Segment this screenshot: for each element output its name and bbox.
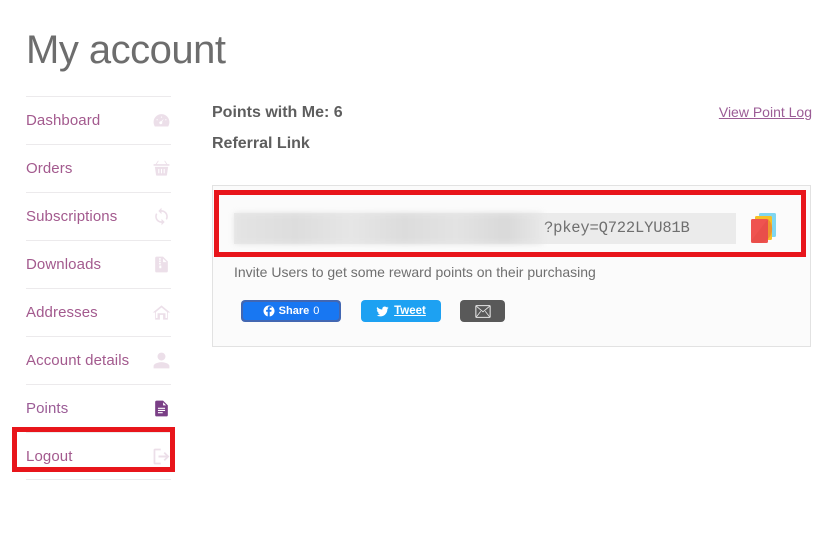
facebook-share-count: 0 [313, 305, 320, 317]
basket-icon [151, 159, 171, 179]
facebook-share-label: Share [278, 305, 310, 317]
sidebar-item-logout[interactable]: Logout [26, 432, 171, 480]
referral-key-text: ?pkey=Q722LYU81B [544, 219, 690, 237]
twitter-tweet-label: Tweet [394, 305, 426, 317]
redacted-url-text [234, 212, 543, 244]
dashboard-icon [151, 111, 171, 131]
download-file-icon [151, 255, 171, 275]
email-share-button[interactable] [460, 300, 505, 322]
sidebar-item-subscriptions[interactable]: Subscriptions [26, 192, 171, 240]
sidebar-item-label: Subscriptions [26, 208, 118, 225]
points-balance-heading: Points with Me: 6 [212, 104, 343, 121]
user-icon [151, 351, 171, 371]
account-sidebar: Dashboard Orders Subscriptions Downloads… [26, 96, 171, 480]
refresh-icon [151, 207, 171, 227]
facebook-share-button[interactable]: Share 0 [241, 300, 341, 322]
sidebar-item-downloads[interactable]: Downloads [26, 240, 171, 288]
sidebar-item-account-details[interactable]: Account details [26, 336, 171, 384]
referral-hint-text: Invite Users to get some reward points o… [234, 264, 596, 280]
twitter-tweet-button[interactable]: Tweet [361, 300, 441, 322]
copy-stack-icon[interactable] [747, 211, 779, 245]
sidebar-item-label: Dashboard [26, 112, 101, 129]
twitter-bird-icon [376, 306, 389, 316]
sign-out-icon [151, 446, 171, 466]
page-title: My account [26, 28, 226, 72]
sidebar-item-addresses[interactable]: Addresses [26, 288, 171, 336]
sidebar-item-label: Addresses [26, 304, 98, 321]
referral-link-input[interactable]: ?pkey=Q722LYU81B [234, 212, 736, 244]
sidebar-item-label: Downloads [26, 256, 102, 273]
facebook-share-inner: Share 0 [243, 302, 339, 320]
referral-card: ?pkey=Q722LYU81B Invite Users to get som… [212, 185, 811, 347]
document-icon [151, 399, 171, 419]
sidebar-item-label: Orders [26, 160, 73, 177]
facebook-icon [263, 305, 275, 317]
envelope-icon [474, 304, 491, 318]
referral-link-row: ?pkey=Q722LYU81B [234, 204, 779, 252]
referral-link-heading: Referral Link [212, 135, 310, 152]
share-buttons-row: Share 0 Tweet [241, 300, 505, 322]
sidebar-item-dashboard[interactable]: Dashboard [26, 96, 171, 144]
sidebar-item-orders[interactable]: Orders [26, 144, 171, 192]
sidebar-item-label: Logout [26, 447, 73, 465]
home-icon [151, 303, 171, 323]
view-point-log-link[interactable]: View Point Log [719, 104, 812, 120]
sidebar-item-label: Account details [26, 352, 130, 369]
sidebar-item-points[interactable]: Points [26, 384, 171, 432]
sidebar-item-label: Points [26, 400, 69, 417]
